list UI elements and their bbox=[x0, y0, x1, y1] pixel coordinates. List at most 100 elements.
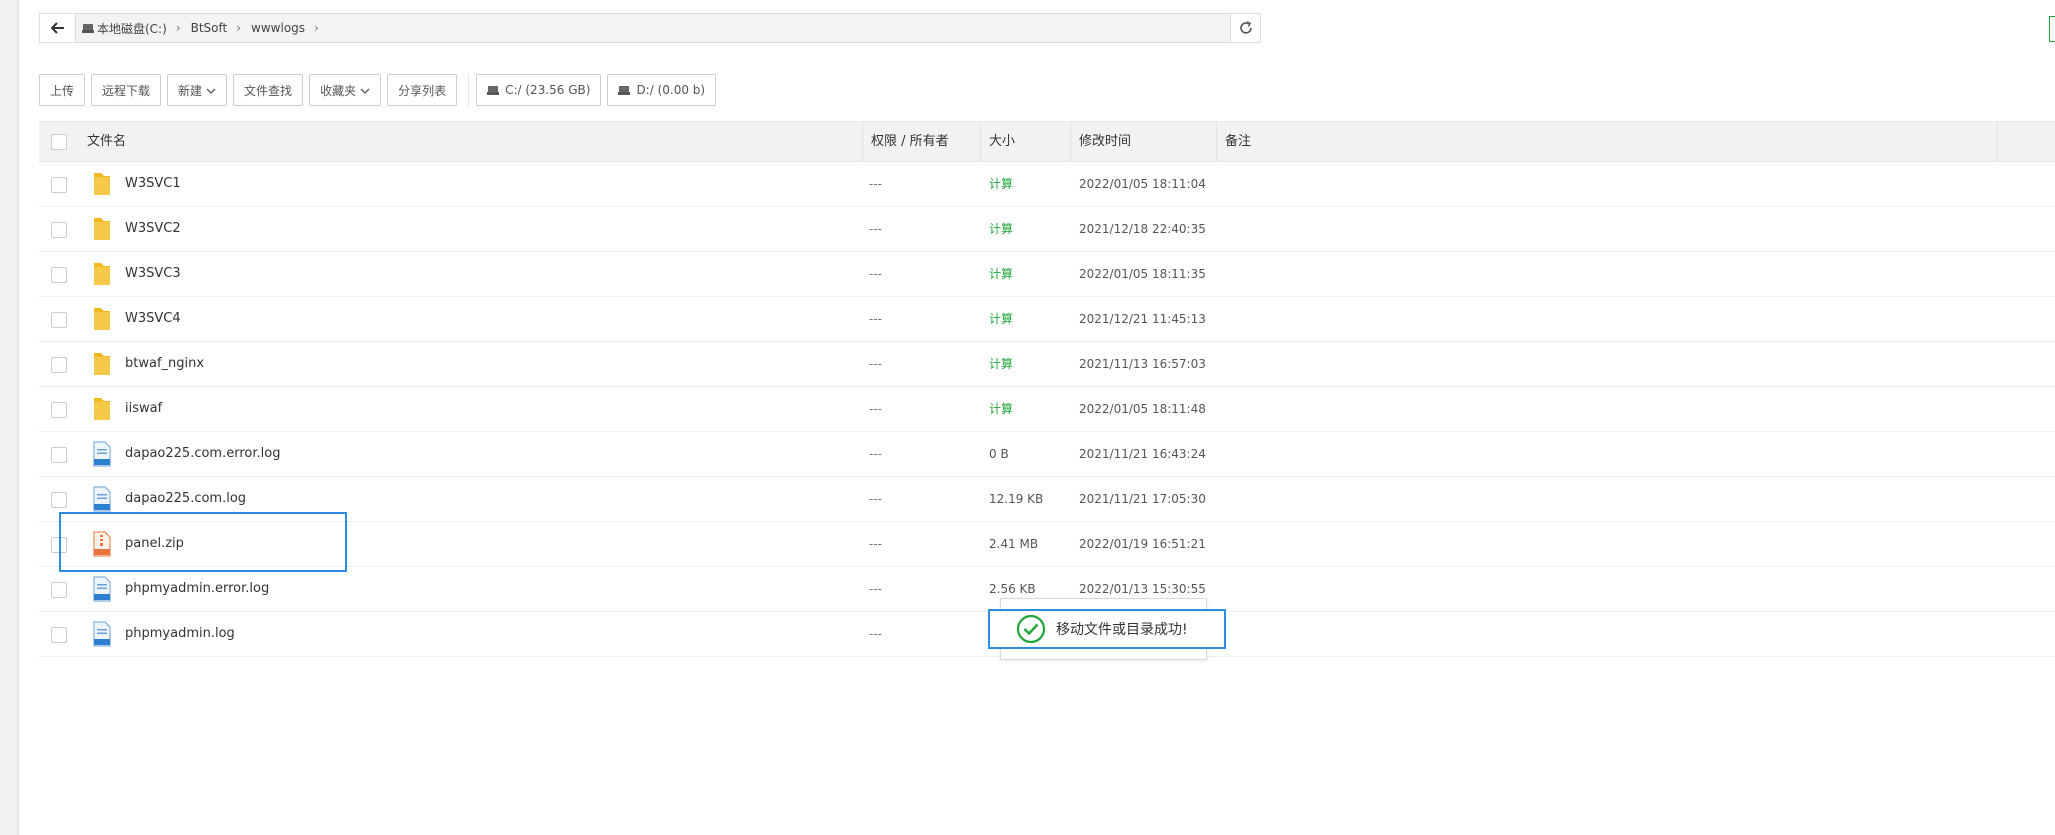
file-size: 2.41 MB bbox=[989, 537, 1039, 551]
file-permission: --- bbox=[869, 447, 882, 461]
file-permission: --- bbox=[869, 357, 882, 371]
file-size: 0 B bbox=[989, 447, 1009, 461]
row-checkbox[interactable] bbox=[51, 402, 67, 418]
hard-disk-icon bbox=[487, 85, 500, 95]
breadcrumb-item-btsoft[interactable]: BtSoft bbox=[191, 21, 228, 35]
table-body: W3SVC1 --- 计算 2022/01/05 18:11:04 W3SVC2 --- 计… bbox=[39, 162, 2055, 657]
calculate-size-link[interactable]: 计算 bbox=[989, 387, 1013, 431]
file-name[interactable]: dapao225.com.error.log bbox=[125, 432, 280, 476]
file-permission: --- bbox=[869, 582, 882, 596]
breadcrumb-item-drive-c[interactable]: 本地磁盘(C:) bbox=[82, 20, 167, 37]
table-row[interactable]: dapao225.com.error.log --- 0 B 2021/11/21 1… bbox=[39, 432, 2055, 477]
disk-d-button[interactable]: D:/ (0.00 b) bbox=[607, 74, 717, 106]
disk-d-label: D:/ (0.00 b) bbox=[636, 83, 706, 97]
refresh-icon bbox=[1239, 21, 1252, 34]
path-address-bar: 本地磁盘(C:) › BtSoft › wwwlogs › bbox=[39, 13, 1261, 43]
header-permission-owner[interactable]: 权限 / 所有者 bbox=[862, 122, 949, 162]
file-name[interactable]: phpmyadmin.error.log bbox=[125, 567, 269, 611]
log-file-icon bbox=[91, 486, 113, 512]
file-search-button-label: 文件查找 bbox=[244, 83, 293, 98]
table-header: 文件名 权限 / 所有者 大小 修改时间 备注 bbox=[39, 121, 2055, 162]
table-row[interactable]: W3SVC4 --- 计算 2021/12/21 11:45:13 bbox=[39, 297, 2055, 342]
calculate-size-link[interactable]: 计算 bbox=[989, 207, 1013, 251]
file-permission: --- bbox=[869, 627, 882, 641]
file-permission: --- bbox=[869, 177, 882, 191]
share-list-button[interactable]: 分享列表 bbox=[387, 74, 458, 106]
chevron-down-icon bbox=[206, 83, 216, 97]
file-modified-time: 2021/12/21 11:45:13 bbox=[1079, 312, 1206, 326]
hard-disk-icon bbox=[618, 85, 631, 95]
file-modified-time: 2022/01/05 18:11:48 bbox=[1079, 402, 1206, 416]
row-checkbox[interactable] bbox=[51, 627, 67, 643]
header-note[interactable]: 备注 bbox=[1216, 122, 1251, 162]
header-size[interactable]: 大小 bbox=[980, 122, 1015, 162]
row-checkbox[interactable] bbox=[51, 582, 67, 598]
file-permission: --- bbox=[869, 402, 882, 416]
header-modified-time[interactable]: 修改时间 bbox=[1070, 122, 1131, 162]
toolbar-divider bbox=[468, 74, 470, 106]
folder-icon bbox=[91, 306, 113, 332]
row-checkbox[interactable] bbox=[51, 492, 67, 508]
file-modified-time: 2021/12/18 22:40:35 bbox=[1079, 222, 1206, 236]
file-name[interactable]: btwaf_nginx bbox=[125, 342, 204, 386]
new-dropdown-button[interactable]: 新建 bbox=[167, 74, 228, 106]
file-size: 12.19 KB bbox=[989, 492, 1044, 506]
breadcrumb-label: 本地磁盘(C:) bbox=[97, 21, 167, 36]
header-file-name[interactable]: 文件名 bbox=[79, 122, 126, 162]
calculate-size-link[interactable]: 计算 bbox=[989, 162, 1013, 206]
select-all-checkbox[interactable] bbox=[51, 134, 67, 150]
table-row[interactable]: btwaf_nginx --- 计算 2021/11/13 16:57:03 bbox=[39, 342, 2055, 387]
file-permission: --- bbox=[869, 222, 882, 236]
selection-highlight-box bbox=[59, 512, 347, 572]
table-row[interactable]: iiswaf --- 计算 2022/01/05 18:11:48 bbox=[39, 387, 2055, 432]
disk-c-button[interactable]: C:/ (23.56 GB) bbox=[476, 74, 602, 106]
file-name[interactable]: phpmyadmin.log bbox=[125, 612, 235, 656]
file-toolbar: 上传 远程下载 新建 文件查找 收藏夹 分享列表 C:/ (23.56 GB) … bbox=[39, 74, 722, 106]
table-row[interactable]: W3SVC1 --- 计算 2022/01/05 18:11:04 bbox=[39, 162, 2055, 207]
file-permission: --- bbox=[869, 492, 882, 506]
file-name[interactable]: W3SVC3 bbox=[125, 252, 181, 296]
log-file-icon bbox=[91, 621, 113, 647]
breadcrumb-label: wwwlogs bbox=[251, 21, 306, 35]
arrow-left-icon bbox=[50, 22, 64, 34]
table-row[interactable]: W3SVC3 --- 计算 2022/01/05 18:11:35 bbox=[39, 252, 2055, 297]
calculate-size-link[interactable]: 计算 bbox=[989, 297, 1013, 341]
right-edge-indicator bbox=[2049, 16, 2055, 42]
folder-icon bbox=[91, 351, 113, 377]
breadcrumb-item-wwwlogs[interactable]: wwwlogs bbox=[251, 21, 305, 35]
share-list-button-label: 分享列表 bbox=[398, 83, 447, 98]
left-sidebar-strip bbox=[0, 0, 19, 835]
file-modified-time: 2021/11/21 16:43:24 bbox=[1079, 447, 1206, 461]
file-modified-time: 2022/01/19 16:51:21 bbox=[1079, 537, 1206, 551]
back-button[interactable] bbox=[40, 14, 76, 42]
chevron-right-icon: › bbox=[175, 21, 181, 35]
row-checkbox[interactable] bbox=[51, 447, 67, 463]
row-checkbox[interactable] bbox=[51, 222, 67, 238]
file-name[interactable]: W3SVC2 bbox=[125, 207, 181, 251]
check-circle-icon bbox=[1016, 614, 1046, 644]
folder-icon bbox=[91, 171, 113, 197]
file-name[interactable]: iiswaf bbox=[125, 387, 162, 431]
remote-download-button-label: 远程下载 bbox=[102, 83, 151, 98]
row-checkbox[interactable] bbox=[51, 267, 67, 283]
file-modified-time: 2021/11/21 17:05:30 bbox=[1079, 492, 1206, 506]
favorites-dropdown-button[interactable]: 收藏夹 bbox=[309, 74, 382, 106]
file-search-button[interactable]: 文件查找 bbox=[233, 74, 304, 106]
file-permission: --- bbox=[869, 267, 882, 281]
chevron-right-icon: › bbox=[314, 21, 319, 35]
upload-button[interactable]: 上传 bbox=[39, 74, 86, 106]
table-row[interactable]: W3SVC2 --- 计算 2021/12/18 22:40:35 bbox=[39, 207, 2055, 252]
folder-icon bbox=[91, 396, 113, 422]
row-checkbox[interactable] bbox=[51, 357, 67, 373]
remote-download-button[interactable]: 远程下载 bbox=[91, 74, 162, 106]
file-name[interactable]: W3SVC4 bbox=[125, 297, 181, 341]
row-checkbox[interactable] bbox=[51, 177, 67, 193]
chevron-down-icon bbox=[360, 83, 370, 97]
folder-icon bbox=[91, 261, 113, 287]
calculate-size-link[interactable]: 计算 bbox=[989, 252, 1013, 296]
row-checkbox[interactable] bbox=[51, 312, 67, 328]
file-table: 文件名 权限 / 所有者 大小 修改时间 备注 W3SVC1 --- 计算 2022/… bbox=[39, 121, 2055, 657]
calculate-size-link[interactable]: 计算 bbox=[989, 342, 1013, 386]
refresh-button[interactable] bbox=[1230, 14, 1260, 42]
file-name[interactable]: W3SVC1 bbox=[125, 162, 181, 206]
